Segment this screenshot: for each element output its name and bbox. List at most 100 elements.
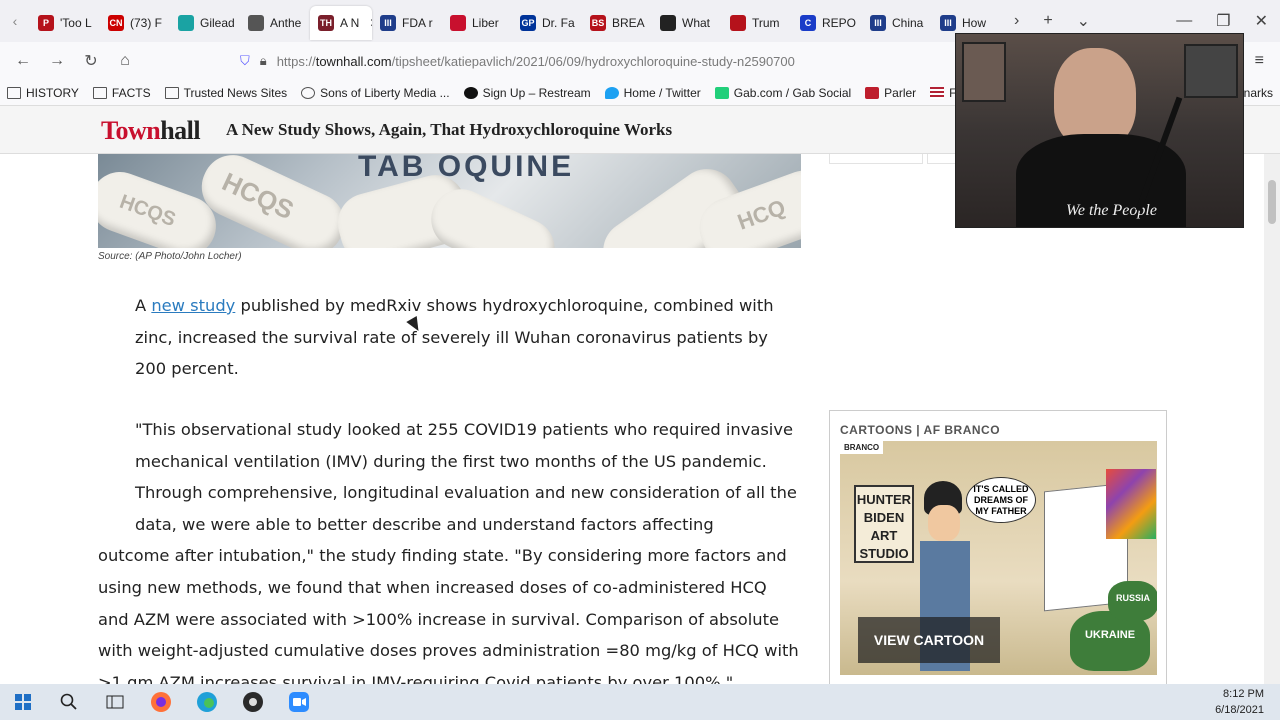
bookmark-label: Parler <box>884 85 917 100</box>
clock-date: 6/18/2021 <box>1215 704 1264 716</box>
cartoon-widget[interactable]: CARTOONS | AF BRANCO BRANCO HUNTER BIDEN… <box>829 410 1167 684</box>
photo-bottle-label: TAB OQUINE <box>358 154 575 183</box>
obs-icon[interactable] <box>230 684 276 720</box>
money-bag: RUSSIA <box>1108 581 1157 621</box>
tab-label: Anthe <box>270 16 302 30</box>
task-view-icon[interactable] <box>92 684 138 720</box>
tab-label: How <box>962 16 987 30</box>
twitter-icon <box>604 86 619 99</box>
close-window-icon[interactable]: ✕ <box>1243 11 1280 31</box>
quote-text-indented: "This observational study looked at 255 … <box>135 420 797 534</box>
bookmark-item[interactable]: Sons of Liberty Media ... <box>294 86 456 100</box>
speech-bubble: IT'S CALLED DREAMS OF MY FATHER <box>966 477 1036 523</box>
firefox-icon[interactable] <box>138 684 184 720</box>
tab-favicon-icon: CN <box>108 15 124 31</box>
list-all-tabs-icon[interactable]: ⌄ <box>1065 11 1102 31</box>
photo-credit: Source: (AP Photo/John Locher) <box>98 251 242 262</box>
browser-tab[interactable]: C REPO <box>792 6 862 40</box>
bookmark-label: Sign Up – Restream <box>482 85 591 100</box>
tab-favicon-icon <box>730 15 746 31</box>
tab-scroll-left-icon[interactable]: ‹ <box>0 13 30 29</box>
bookmark-label: Gab.com / Gab Social <box>733 85 852 100</box>
painting <box>1106 469 1156 539</box>
logo-part-hall: hall <box>160 116 201 145</box>
restore-icon[interactable]: ❐ <box>1204 11 1242 31</box>
browser-tab[interactable]: Liber <box>442 6 512 40</box>
pill: HCQS <box>191 154 355 248</box>
browser-tab[interactable]: Trum <box>722 6 792 40</box>
bookmark-item[interactable]: HISTORY <box>0 86 86 100</box>
article-headline: A New Study Shows, Again, That Hydroxych… <box>226 120 673 139</box>
browser-tab[interactable]: III FDA r <box>372 6 442 40</box>
tab-favicon-icon: BS <box>590 15 606 31</box>
bookmark-label: HISTORY <box>26 85 79 100</box>
wall-poster <box>962 42 1006 102</box>
menu-icon[interactable]: ≡ <box>1255 52 1264 70</box>
person-head <box>1054 48 1136 148</box>
page-scrollbar[interactable] <box>1264 154 1280 684</box>
art-studio-sign: HUNTER BIDEN ART STUDIO <box>854 485 914 563</box>
tab-label: Gilead <box>200 16 235 30</box>
tab-label: Liber <box>472 16 499 30</box>
browser-tab[interactable]: What <box>652 6 722 40</box>
new-study-link[interactable]: new study <box>151 296 235 315</box>
cartoon-image[interactable]: BRANCO HUNTER BIDEN ART STUDIO IT'S CALL… <box>840 441 1157 675</box>
taskbar: 8:12 PM 6/18/2021 <box>0 684 1280 720</box>
bookmark-item[interactable]: Parler <box>858 86 923 100</box>
tab-favicon-icon: III <box>380 15 396 31</box>
back-icon[interactable]: ← <box>6 52 40 70</box>
browser-tab[interactable]: Anthe <box>240 6 310 40</box>
tracking-shield-icon[interactable]: ⛉ <box>240 53 250 69</box>
tab-favicon-icon: III <box>940 15 956 31</box>
forward-icon[interactable]: → <box>40 52 74 70</box>
page-content: TAB OQUINE HCQS HCQS HCQ Source: (AP Pho… <box>0 154 1280 684</box>
cartoon-label: CARTOONS | AF BRANCO <box>840 423 1001 437</box>
globe-icon <box>301 86 316 99</box>
tab-label: FDA r <box>402 16 433 30</box>
tab-favicon-icon: C <box>800 15 816 31</box>
article-paragraph: A new study published by medRxiv shows h… <box>135 290 801 385</box>
article-photo: TAB OQUINE HCQS HCQS HCQ <box>98 154 801 248</box>
tab-favicon-icon <box>660 15 676 31</box>
sidebar-box <box>927 154 957 164</box>
tab-favicon-icon <box>450 15 466 31</box>
parler-icon <box>865 86 880 99</box>
browser-tab[interactable]: III China <box>862 6 932 40</box>
tab-favicon-icon: TH <box>318 15 334 31</box>
tab-favicon-icon <box>248 15 264 31</box>
cartoon-corner-mark: BRANCO <box>840 441 884 454</box>
bookmark-item[interactable]: Trusted News Sites <box>158 86 295 100</box>
bookmark-item[interactable]: Sign Up – Restream <box>457 86 598 100</box>
bookmark-item[interactable]: Gab.com / Gab Social <box>708 86 858 100</box>
flag-icon <box>930 86 945 99</box>
bookmark-label: narks <box>1243 85 1273 100</box>
view-cartoon-button[interactable]: VIEW CARTOON <box>858 617 1000 663</box>
lock-icon[interactable]: 🔒︎ <box>260 53 267 69</box>
gab-icon <box>714 86 729 99</box>
browser-tab[interactable]: P 'Too L <box>30 6 100 40</box>
browser-tab[interactable]: BS BREA <box>582 6 652 40</box>
search-icon[interactable] <box>46 684 92 720</box>
new-tab-icon[interactable]: + <box>1031 12 1064 30</box>
edge-icon[interactable] <box>184 684 230 720</box>
townhall-logo[interactable]: Townhall <box>101 116 201 146</box>
bookmark-item[interactable]: Home / Twitter <box>598 86 708 100</box>
scroll-thumb[interactable] <box>1268 180 1276 224</box>
address-bar[interactable]: ⛉ 🔒︎ https://townhall.com/tipsheet/katie… <box>232 47 952 75</box>
reload-icon[interactable]: ↻ <box>74 51 108 71</box>
bookmark-item[interactable]: FACTS <box>86 86 158 100</box>
browser-tab[interactable]: CN (73) F <box>100 6 170 40</box>
artist-face <box>928 505 960 541</box>
tab-label: Dr. Fa <box>542 16 575 30</box>
folder-icon <box>164 86 179 99</box>
system-clock[interactable]: 8:12 PM 6/18/2021 <box>1215 686 1264 718</box>
browser-tab[interactable]: THA N✕ <box>310 6 372 40</box>
minimize-icon[interactable]: — <box>1164 12 1204 30</box>
sidebar-box <box>829 154 923 164</box>
browser-tab[interactable]: GP Dr. Fa <box>512 6 582 40</box>
browser-tab[interactable]: Gilead <box>170 6 240 40</box>
tab-scroll-right-icon[interactable]: › <box>1002 12 1031 30</box>
start-button[interactable] <box>0 684 46 720</box>
home-icon[interactable]: ⌂ <box>108 52 142 70</box>
zoom-icon[interactable] <box>276 684 322 720</box>
